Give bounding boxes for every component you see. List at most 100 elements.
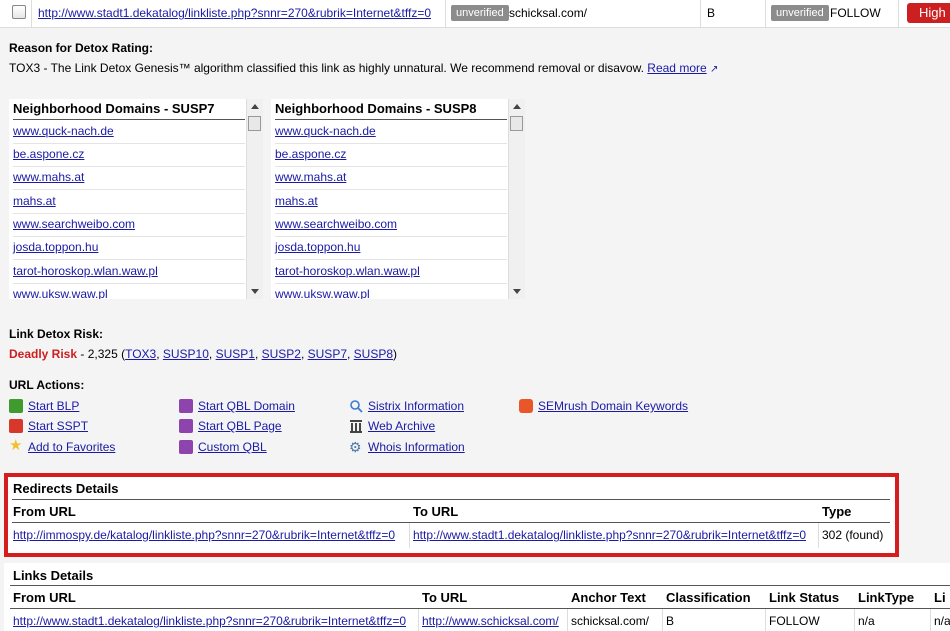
risk-score: - 2,325 (	[77, 347, 126, 361]
divider	[12, 499, 890, 500]
reason-text: TOX3 - The Link Detox Genesis™ algorithm…	[9, 61, 644, 75]
qbl-icon	[179, 399, 193, 413]
divider	[10, 585, 950, 586]
row-checkbox[interactable]	[12, 5, 26, 19]
redirect-type: 302 (found)	[822, 528, 884, 542]
link-anchor-text: schicksal.com/	[571, 614, 650, 628]
scroll-down-icon[interactable]	[251, 289, 259, 294]
divider	[765, 609, 766, 631]
scroll-thumb[interactable]	[510, 116, 523, 131]
risk-line: Deadly Risk - 2,325 (TOX3, SUSP10, SUSP1…	[9, 347, 398, 361]
neighborhood-panel-susp8: Neighborhood Domains - SUSP8 www.quck-na…	[271, 99, 525, 299]
list-item[interactable]: www.quck-nach.de	[275, 120, 507, 144]
row-domain: schicksal.com/	[509, 6, 588, 20]
divider	[409, 523, 410, 548]
link-from-url[interactable]: http://www.stadt1.dekatalog/linkliste.ph…	[13, 614, 406, 628]
actions-title: URL Actions:	[9, 378, 85, 392]
scroll-up-icon[interactable]	[251, 104, 259, 109]
list-item[interactable]: www.uksw.waw.pl	[275, 283, 507, 299]
col-header-classification: Classification	[666, 590, 751, 605]
divider	[567, 609, 568, 631]
tag-link[interactable]: TOX3	[125, 347, 156, 361]
archive-icon	[349, 419, 363, 433]
list-item[interactable]: www.searchweibo.com	[275, 213, 507, 237]
divider	[662, 609, 663, 631]
list-item[interactable]: www.searchweibo.com	[13, 213, 245, 237]
risk-level: Deadly Risk	[9, 347, 78, 361]
divider	[10, 608, 950, 609]
links-details-section: Links Details From URL To URL Anchor Tex…	[4, 563, 950, 631]
neighborhood-title: Neighborhood Domains - SUSP8	[275, 101, 507, 120]
list-item[interactable]: josda.toppon.hu	[13, 236, 245, 260]
divider	[12, 522, 890, 523]
semrush-icon	[519, 399, 533, 413]
risk-close-paren: )	[393, 347, 398, 361]
list-item[interactable]: josda.toppon.hu	[275, 236, 507, 260]
tag-link[interactable]: SUSP10	[163, 347, 209, 361]
col-header-to-url: To URL	[422, 590, 468, 605]
col-header-from-url: From URL	[13, 504, 76, 519]
list-item[interactable]: www.mahs.at	[13, 166, 245, 190]
unverified-badge: unverified	[771, 5, 829, 21]
link-row: http://www.stadt1.dekatalog/linkliste.ph…	[0, 0, 950, 28]
col-header-link-status: Link Status	[769, 590, 840, 605]
read-more-link[interactable]: Read more	[647, 61, 706, 75]
divider	[818, 523, 819, 548]
tag-link[interactable]: SUSP2	[262, 347, 301, 361]
col-header-from-url: From URL	[13, 590, 76, 605]
magnifier-icon	[349, 399, 363, 413]
links-title: Links Details	[13, 568, 94, 583]
list-item[interactable]: tarot-horoskop.wlan.waw.pl	[13, 260, 245, 284]
link-status: FOLLOW	[769, 614, 820, 628]
divider	[930, 609, 931, 631]
neighborhood-panel-susp7: Neighborhood Domains - SUSP7 www.quck-na…	[9, 99, 263, 299]
unverified-badge: unverified	[451, 5, 509, 21]
star-icon: ★	[9, 437, 23, 454]
divider	[854, 609, 855, 631]
redirect-from-link[interactable]: http://immospy.de/katalog/linkliste.php?…	[13, 528, 395, 542]
neighborhood-title: Neighborhood Domains - SUSP7	[13, 101, 245, 120]
col-header-link-type: LinkType	[858, 590, 915, 605]
divider	[765, 0, 766, 27]
col-header-anchor-text: Anchor Text	[571, 590, 646, 605]
reason-title: Reason for Detox Rating:	[9, 41, 154, 55]
scroll-down-icon[interactable]	[513, 289, 521, 294]
list-item[interactable]: www.mahs.at	[275, 166, 507, 190]
scroll-up-icon[interactable]	[513, 104, 521, 109]
col-header-type: Type	[822, 504, 852, 519]
row-class: B	[707, 6, 716, 20]
divider	[898, 0, 899, 27]
tag-link[interactable]: SUSP1	[216, 347, 255, 361]
list-item[interactable]: be.aspone.cz	[13, 143, 245, 167]
scroll-thumb[interactable]	[248, 116, 261, 131]
external-link-icon: ↗	[710, 64, 719, 75]
col-header-li: Li	[934, 590, 946, 605]
reason-text-line: TOX3 - The Link Detox Genesis™ algorithm…	[9, 61, 718, 75]
blp-icon	[9, 399, 23, 413]
row-url-link[interactable]: http://www.stadt1.dekatalog/linkliste.ph…	[38, 6, 431, 20]
gear-icon: ⚙	[349, 439, 362, 455]
col-header-to-url: To URL	[413, 504, 459, 519]
divider	[418, 609, 419, 631]
list-item[interactable]: mahs.at	[13, 190, 245, 214]
risk-high-badge: High	[907, 3, 950, 23]
sspt-icon	[9, 419, 23, 433]
scrollbar[interactable]	[508, 99, 525, 299]
link-li: n/a	[934, 614, 950, 628]
link-classification: B	[666, 614, 675, 628]
tag-link[interactable]: SUSP8	[354, 347, 393, 361]
qbl-icon	[179, 440, 193, 454]
scrollbar[interactable]	[246, 99, 263, 299]
list-item[interactable]: www.uksw.waw.pl	[13, 283, 245, 299]
tag-link[interactable]: SUSP7	[308, 347, 347, 361]
divider	[445, 0, 446, 27]
list-item[interactable]: www.quck-nach.de	[13, 120, 245, 144]
divider	[31, 0, 32, 27]
list-item[interactable]: be.aspone.cz	[275, 143, 507, 167]
redirects-title: Redirects Details	[13, 481, 119, 496]
list-item[interactable]: tarot-horoskop.wlan.waw.pl	[275, 260, 507, 284]
link-to-url[interactable]: http://www.schicksal.com/	[422, 614, 559, 628]
link-type: n/a	[858, 614, 875, 628]
redirect-to-link[interactable]: http://www.stadt1.dekatalog/linkliste.ph…	[413, 528, 806, 542]
list-item[interactable]: mahs.at	[275, 190, 507, 214]
